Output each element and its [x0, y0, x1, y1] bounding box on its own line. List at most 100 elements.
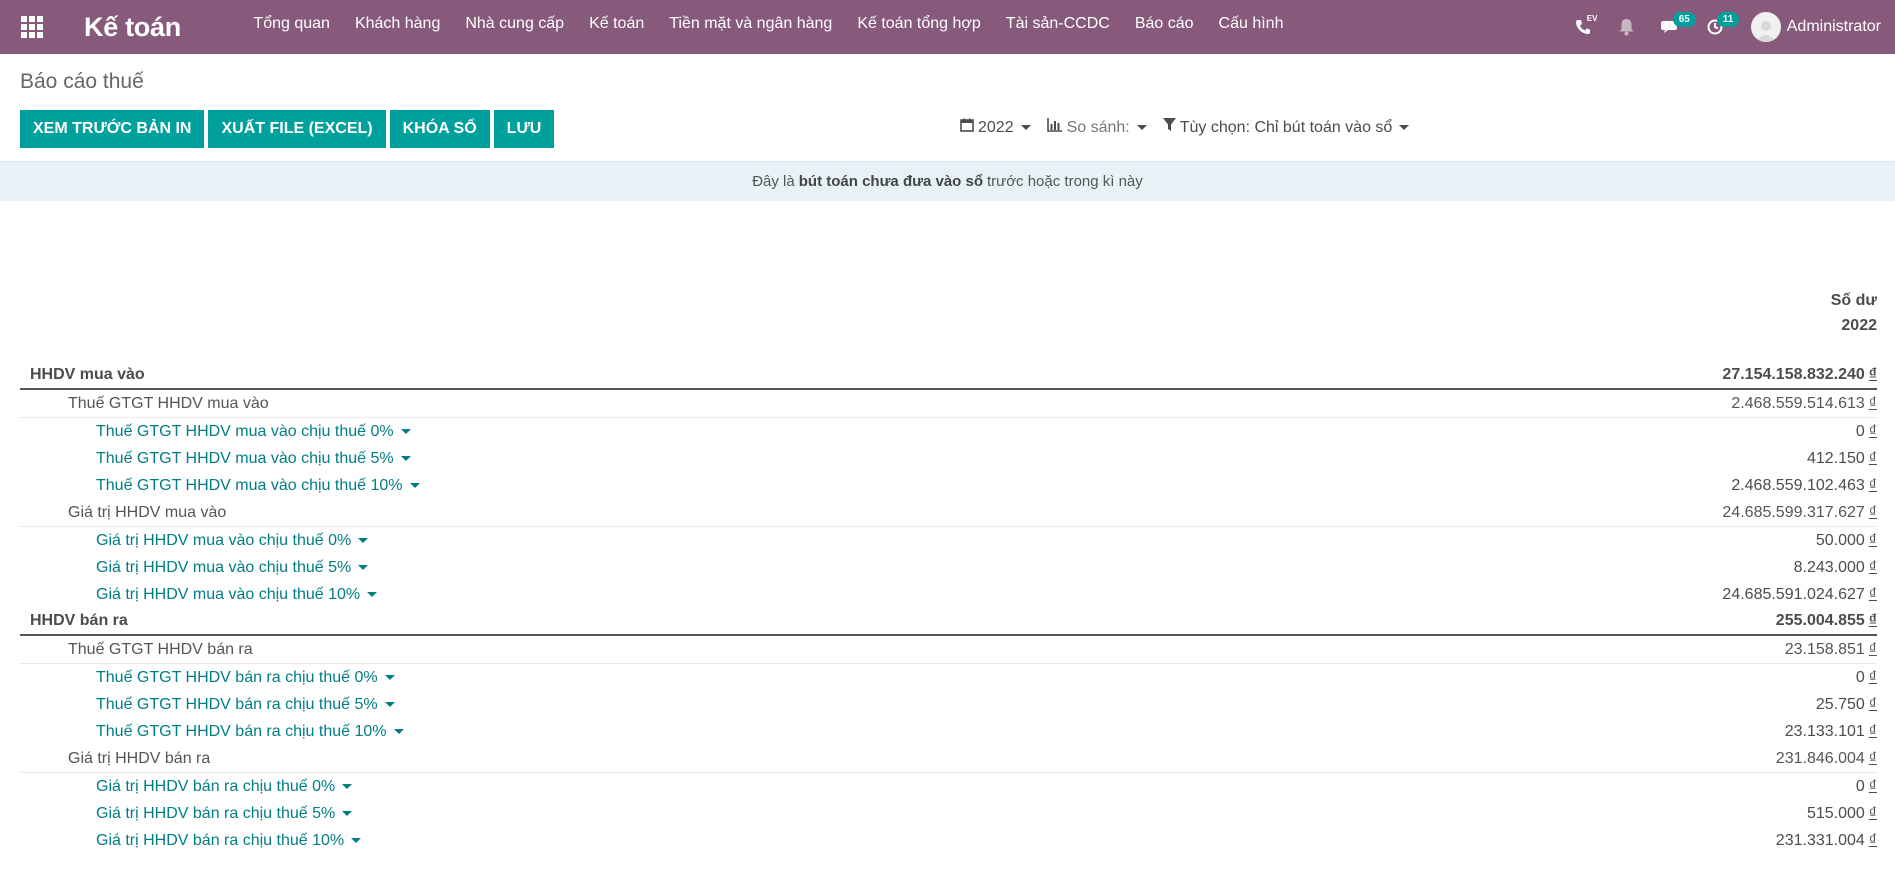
- row-label-text[interactable]: Thuế GTGT HHDV mua vào chịu thuế 5%: [96, 450, 394, 468]
- row-label-text[interactable]: Giá trị HHDV mua vào chịu thuế 10%: [96, 586, 360, 604]
- menu-item-overview[interactable]: Tổng quan: [241, 0, 343, 54]
- row-label: Giá trị HHDV mua vào chịu thuế 10%: [96, 586, 378, 604]
- row-label-text[interactable]: Giá trị HHDV bán ra chịu thuế 5%: [96, 805, 335, 823]
- row-label: Thuế GTGT HHDV mua vào: [68, 395, 269, 413]
- table-row[interactable]: Giá trị HHDV bán ra chịu thuế 10% 231.331…: [20, 827, 1877, 854]
- systray: EV 65 11 Administrator: [1561, 0, 1895, 54]
- print-preview-button[interactable]: XEM TRƯỚC BẢN IN: [20, 110, 205, 148]
- lock-books-button[interactable]: KHÓA SỔ: [389, 110, 490, 148]
- row-amount: 0: [1855, 422, 1865, 440]
- row-value: 50.000 ₫: [1816, 532, 1877, 550]
- row-label-text[interactable]: Thuế GTGT HHDV mua vào chịu thuế 0%: [96, 423, 394, 441]
- row-label: Giá trị HHDV mua vào: [68, 504, 226, 522]
- row-label: Giá trị HHDV bán ra chịu thuế 10%: [96, 832, 362, 850]
- row-amount: 23.133.101: [1784, 722, 1865, 740]
- row-value: 231.331.004 ₫: [1776, 832, 1877, 850]
- row-label: Giá trị HHDV mua vào chịu thuế 0%: [96, 532, 369, 550]
- row-label-text[interactable]: Thuế GTGT HHDV mua vào chịu thuế 10%: [96, 477, 403, 495]
- row-amount: 2.468.559.102.463: [1731, 476, 1865, 494]
- table-row[interactable]: Giá trị HHDV mua vào chịu thuế 0% 50.000 ₫: [20, 527, 1877, 554]
- user-name: Administrator: [1786, 18, 1881, 35]
- row-label-text[interactable]: Giá trị HHDV mua vào chịu thuế 5%: [96, 559, 351, 577]
- row-label-text[interactable]: Giá trị HHDV mua vào chịu thuế 0%: [96, 532, 351, 550]
- row-value: 515.000 ₫: [1807, 805, 1877, 823]
- chevron-down-icon[interactable]: [358, 538, 369, 543]
- table-row[interactable]: Thuế GTGT HHDV mua vào chịu thuế 10% 2.46…: [20, 472, 1877, 499]
- row-label-text[interactable]: Thuế GTGT HHDV bán ra chịu thuế 10%: [96, 723, 387, 741]
- menu-item-vendors[interactable]: Nhà cung cấp: [453, 0, 577, 54]
- menu-item-configuration[interactable]: Cấu hình: [1206, 0, 1296, 54]
- chevron-down-icon[interactable]: [384, 702, 395, 707]
- table-row[interactable]: Thuế GTGT HHDV mua vào chịu thuế 0% 0 ₫: [20, 418, 1877, 445]
- chevron-down-icon: [1020, 125, 1031, 130]
- row-label-text[interactable]: Giá trị HHDV bán ra chịu thuế 0%: [96, 778, 335, 796]
- chevron-down-icon[interactable]: [367, 592, 378, 597]
- menu-item-reports[interactable]: Báo cáo: [1122, 0, 1206, 54]
- row-value: 231.846.004 ₫: [1776, 750, 1877, 768]
- activity-clock-icon[interactable]: 11: [1693, 0, 1740, 54]
- table-row[interactable]: Thuế GTGT HHDV bán ra chịu thuế 0% 0 ₫: [20, 664, 1877, 691]
- menu-item-accounting[interactable]: Kế toán: [577, 0, 657, 54]
- menu-item-general-accounting[interactable]: Kế toán tổng hợp: [845, 0, 993, 54]
- options-filter[interactable]: Tùy chọn: Chỉ bút toán vào sổ: [1162, 118, 1410, 137]
- export-excel-button[interactable]: XUẤT FILE (EXCEL): [208, 110, 386, 148]
- table-row[interactable]: Thuế GTGT HHDV bán ra chịu thuế 5% 25.750…: [20, 691, 1877, 718]
- table-row[interactable]: Giá trị HHDV mua vào chịu thuế 10% 24.685…: [20, 581, 1877, 608]
- row-amount: 231.846.004: [1775, 749, 1865, 767]
- report-filters: 2022 So sánh: Tùy chọn: Chỉ bút toán vào…: [960, 118, 1425, 137]
- chevron-down-icon[interactable]: [358, 565, 369, 570]
- row-label: Thuế GTGT HHDV bán ra chịu thuế 0%: [96, 669, 395, 687]
- chevron-down-icon[interactable]: [400, 429, 411, 434]
- row-amount: 8.243.000: [1793, 558, 1865, 576]
- chevron-down-icon[interactable]: [393, 729, 404, 734]
- app-menu-icon[interactable]: [0, 0, 64, 54]
- currency-symbol: ₫: [1868, 804, 1877, 822]
- row-value: 24.685.599.317.627 ₫: [1722, 504, 1877, 522]
- funnel-icon: [1162, 118, 1176, 137]
- row-label-text[interactable]: Thuế GTGT HHDV bán ra chịu thuế 5%: [96, 696, 378, 714]
- main-menu: Tổng quan Khách hàng Nhà cung cấp Kế toá…: [241, 0, 1296, 54]
- currency-symbol: ₫: [1868, 722, 1877, 740]
- row-value: 0 ₫: [1856, 778, 1877, 796]
- app-brand[interactable]: Kế toán: [84, 12, 181, 43]
- table-row[interactable]: Thuế GTGT HHDV mua vào chịu thuế 5% 412.1…: [20, 445, 1877, 472]
- period-filter[interactable]: 2022: [960, 118, 1031, 137]
- row-amount: 23.158.851: [1784, 640, 1865, 658]
- chevron-down-icon[interactable]: [351, 838, 362, 843]
- menu-item-customers[interactable]: Khách hàng: [342, 0, 452, 54]
- column-header-year: 2022: [1841, 317, 1877, 334]
- table-row: Thuế GTGT HHDV bán ra 23.158.851 ₫: [20, 636, 1877, 664]
- user-menu[interactable]: Administrator: [1750, 12, 1881, 42]
- row-value: 255.004.855 ₫: [1776, 612, 1877, 630]
- row-amount: 24.685.591.024.627: [1722, 585, 1865, 603]
- row-label: Thuế GTGT HHDV bán ra: [68, 641, 253, 659]
- chevron-down-icon[interactable]: [342, 784, 353, 789]
- chat-icon[interactable]: 65: [1649, 0, 1696, 54]
- menu-item-assets[interactable]: Tài sản-CCDC: [993, 0, 1122, 54]
- row-amount: 231.331.004: [1775, 831, 1865, 849]
- table-row[interactable]: Thuế GTGT HHDV bán ra chịu thuế 10% 23.13…: [20, 718, 1877, 745]
- row-label: Thuế GTGT HHDV bán ra chịu thuế 5%: [96, 696, 395, 714]
- table-row[interactable]: Giá trị HHDV mua vào chịu thuế 5% 8.243.0…: [20, 554, 1877, 581]
- chevron-down-icon[interactable]: [409, 483, 420, 488]
- compare-filter[interactable]: So sánh:: [1046, 118, 1147, 137]
- notice-suffix: trước hoặc trong kì này: [987, 173, 1143, 190]
- table-row[interactable]: Giá trị HHDV bán ra chịu thuế 5% 515.000 ₫: [20, 800, 1877, 827]
- chevron-down-icon[interactable]: [400, 456, 411, 461]
- bell-icon[interactable]: [1605, 0, 1649, 54]
- row-label-text[interactable]: Thuế GTGT HHDV bán ra chịu thuế 0%: [96, 669, 378, 687]
- row-label-text: HHDV mua vào: [30, 366, 145, 383]
- chevron-down-icon[interactable]: [342, 811, 353, 816]
- table-row[interactable]: Giá trị HHDV bán ra chịu thuế 0% 0 ₫: [20, 773, 1877, 800]
- row-amount: 27.154.158.832.240: [1722, 366, 1865, 383]
- table-row: HHDV mua vào 27.154.158.832.240 ₫: [20, 362, 1877, 390]
- currency-symbol: ₫: [1868, 394, 1877, 412]
- phone-icon[interactable]: EV: [1561, 0, 1605, 54]
- row-amount: 0: [1855, 668, 1865, 686]
- row-label: HHDV mua vào: [30, 366, 145, 384]
- row-label-text[interactable]: Giá trị HHDV bán ra chịu thuế 10%: [96, 832, 344, 850]
- menu-item-cash-bank[interactable]: Tiền mặt và ngân hàng: [657, 0, 845, 54]
- save-button[interactable]: LƯU: [493, 110, 555, 148]
- row-label-text: Thuế GTGT HHDV mua vào: [68, 394, 269, 412]
- chevron-down-icon[interactable]: [384, 675, 395, 680]
